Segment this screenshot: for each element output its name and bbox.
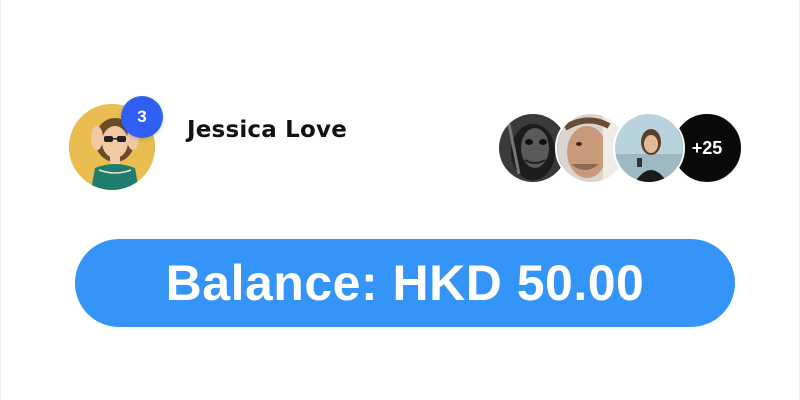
avatar-group[interactable]: +25 bbox=[497, 112, 743, 184]
balance-pill: Balance: HKD 50.00 bbox=[75, 239, 735, 327]
notification-badge[interactable]: 3 bbox=[121, 96, 163, 138]
balance-text: Balance: HKD 50.00 bbox=[165, 255, 645, 311]
user-name[interactable]: Jessica Love bbox=[187, 117, 347, 143]
profile-avatar-wrapper[interactable]: 3 bbox=[69, 96, 163, 190]
avatar-photo bbox=[615, 114, 683, 182]
group-avatar-3[interactable] bbox=[613, 112, 685, 184]
user-profile[interactable]: 3 Jessica Love bbox=[69, 96, 347, 190]
card-frame: 3 Jessica Love +25 Balance: HKD 50.00 bbox=[0, 0, 800, 400]
